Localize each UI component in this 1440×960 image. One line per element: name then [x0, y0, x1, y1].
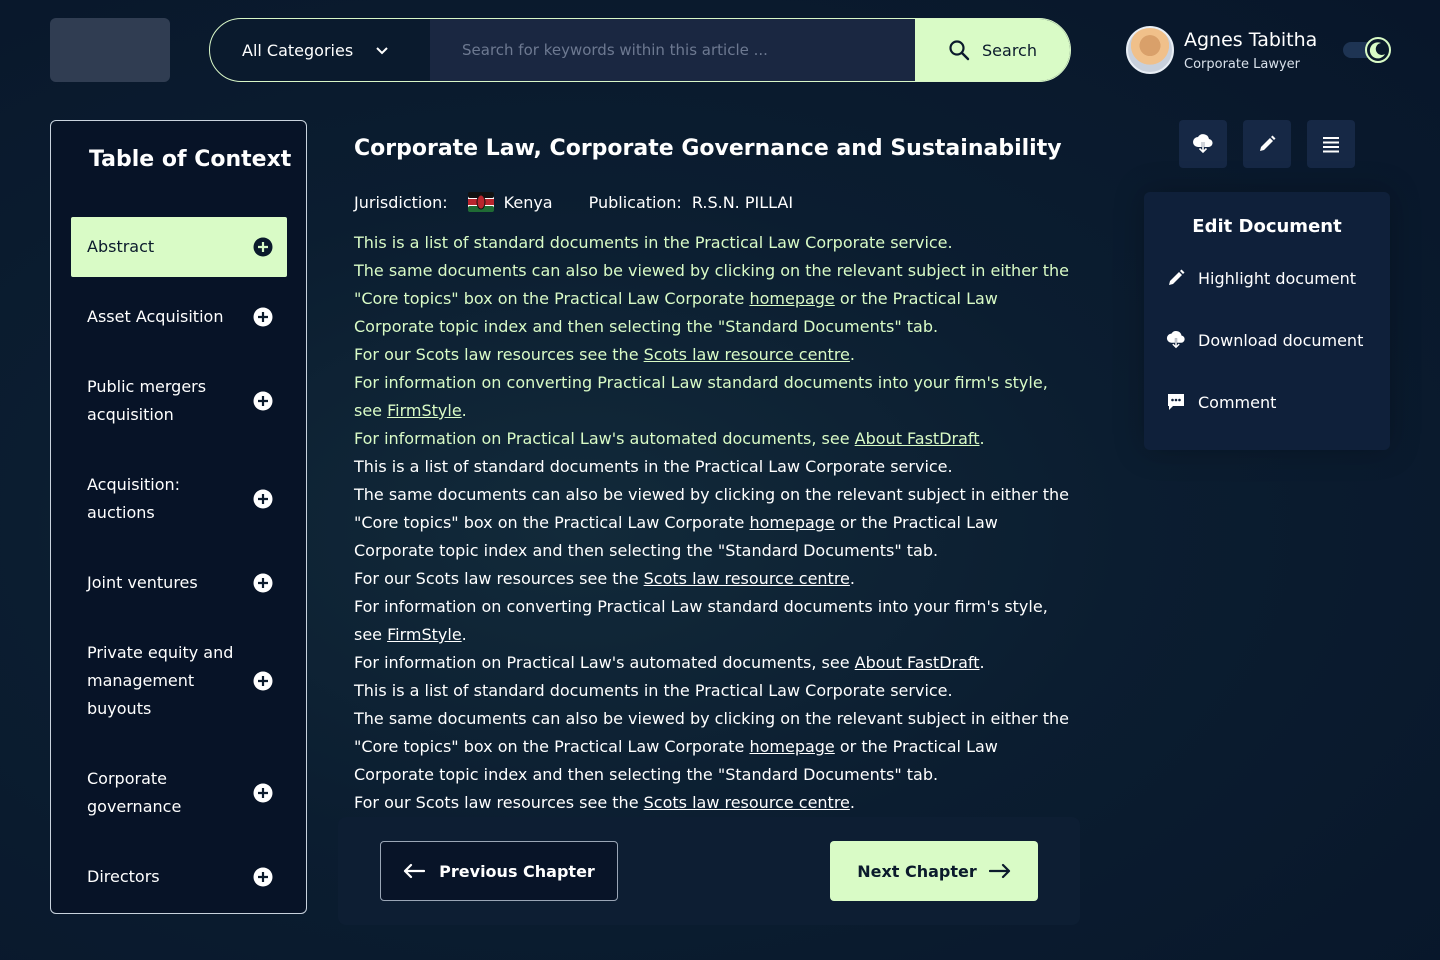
comment-item[interactable]: Comment [1166, 392, 1276, 412]
homepage-link[interactable]: homepage [749, 513, 834, 532]
table-of-contents: Table of Context Abstract Asset Acquisit… [50, 120, 307, 914]
toc-item-asset-acquisition[interactable]: Asset Acquisition [71, 303, 287, 331]
paragraph: The same documents can also be viewed by… [354, 709, 1069, 784]
avatar [1126, 26, 1174, 74]
paragraph: The same documents can also be viewed by… [354, 485, 1069, 560]
article-block: This is a list of standard documents in … [354, 229, 1074, 453]
scots-law-link[interactable]: Scots law resource centre [644, 345, 850, 364]
publication-value: R.S.N. PILLAI [691, 192, 794, 212]
scots-law-link[interactable]: Scots law resource centre [644, 793, 850, 812]
plus-circle-icon [253, 671, 273, 691]
toc-item-label: Directors [87, 867, 160, 886]
paragraph: This is a list of standard documents in … [354, 457, 953, 476]
toc-item-corporate-governance[interactable]: Corporate governance [71, 765, 287, 821]
toc-item-label: Public mergers acquisition [87, 377, 207, 424]
edit-document-panel: Edit Document Highlight document Downloa… [1144, 192, 1390, 450]
plus-circle-icon [253, 237, 273, 257]
arrow-left-icon [404, 863, 426, 879]
paragraph: This is a list of standard documents in … [354, 681, 953, 700]
download-document-item[interactable]: Download document [1166, 330, 1363, 350]
arrow-right-icon [988, 863, 1010, 879]
toc-item-abstract[interactable]: Abstract [71, 217, 287, 277]
previous-chapter-button[interactable]: Previous Chapter [380, 841, 618, 901]
comment-label: Comment [1198, 392, 1277, 412]
paragraph: For our Scots law resources see the Scot… [354, 569, 855, 588]
paragraph: For our Scots law resources see the Scot… [354, 345, 855, 364]
download-document-label: Download document [1198, 330, 1364, 350]
category-select-label: All Categories [242, 40, 354, 60]
download-cloud-icon [1166, 331, 1185, 349]
article-body: This is a list of standard documents in … [354, 229, 1074, 817]
toc-item-private-equity[interactable]: Private equity and management buyouts [71, 639, 287, 723]
article-block: This is a list of standard documents in … [354, 453, 1074, 677]
paragraph: This is a list of standard documents in … [354, 233, 953, 252]
toc-item-label: Joint ventures [87, 573, 198, 592]
paragraph: The same documents can also be viewed by… [354, 261, 1069, 336]
download-button[interactable] [1179, 120, 1227, 168]
pencil-icon [1169, 269, 1185, 285]
paragraph: For information on converting Practical … [354, 597, 1048, 644]
paragraph: For information on Practical Law's autom… [354, 429, 985, 448]
fastdraft-link[interactable]: About FastDraft [855, 429, 980, 448]
search-button[interactable]: Search [915, 19, 1070, 81]
outline-button[interactable] [1307, 120, 1355, 168]
pencil-icon [1260, 135, 1276, 151]
toc-item-label: Asset Acquisition [87, 307, 224, 326]
highlight-document-label: Highlight document [1198, 268, 1357, 288]
category-select[interactable]: All Categories [210, 19, 430, 81]
toc-item-auctions[interactable]: Acquisition: auctions [71, 471, 287, 527]
plus-circle-icon [253, 391, 273, 411]
search-button-label: Search [982, 40, 1037, 60]
firmstyle-link[interactable]: FirmStyle [387, 401, 462, 420]
search-input[interactable] [430, 19, 915, 81]
toc-item-label: Abstract [87, 237, 155, 256]
firmstyle-link[interactable]: FirmStyle [387, 625, 462, 644]
plus-circle-icon [253, 489, 273, 509]
jurisdiction-label: Jurisdiction: [354, 192, 448, 212]
paragraph: For information on Practical Law's autom… [354, 653, 985, 672]
article-meta: Jurisdiction: Kenya Publication: R.S.N. … [354, 192, 793, 212]
scots-law-link[interactable]: Scots law resource centre [644, 569, 850, 588]
user-name: Agnes Tabitha [1184, 28, 1318, 51]
edit-panel-title: Edit Document [1192, 216, 1342, 237]
user-role: Corporate Lawyer [1184, 56, 1300, 72]
plus-circle-icon [253, 573, 273, 593]
logo-placeholder[interactable] [50, 18, 170, 82]
toc-title: Table of Context [89, 147, 292, 172]
search-icon [949, 40, 970, 61]
chapter-navigation: Previous Chapter Next Chapter [338, 817, 1080, 925]
download-cloud-icon [1193, 134, 1213, 154]
paragraph: For our Scots law resources see the Scot… [354, 793, 855, 812]
homepage-link[interactable]: homepage [749, 737, 834, 756]
user-profile[interactable]: Agnes Tabitha Corporate Lawyer [1126, 26, 1317, 74]
toc-item-label: Corporate governance [87, 769, 182, 816]
edit-button[interactable] [1243, 120, 1291, 168]
toc-item-label: Private equity and management buyouts [87, 643, 234, 718]
dark-mode-toggle[interactable] [1343, 35, 1393, 65]
paragraph: For information on converting Practical … [354, 373, 1048, 420]
plus-circle-icon [253, 783, 273, 803]
article-block: This is a list of standard documents in … [354, 677, 1074, 817]
kenya-flag-icon [467, 192, 494, 212]
homepage-link[interactable]: homepage [749, 289, 834, 308]
comment-icon [1168, 394, 1184, 410]
plus-circle-icon [253, 867, 273, 887]
previous-chapter-label: Previous Chapter [439, 861, 595, 881]
publication-label: Publication: [588, 192, 682, 212]
search-bar: All Categories Search [209, 18, 1071, 82]
chevron-down-icon [376, 47, 388, 55]
highlight-document-item[interactable]: Highlight document [1166, 268, 1356, 288]
toc-item-public-mergers[interactable]: Public mergers acquisition [71, 373, 287, 429]
fastdraft-link[interactable]: About FastDraft [855, 653, 980, 672]
toc-item-joint-ventures[interactable]: Joint ventures [71, 569, 287, 597]
list-icon [1323, 137, 1339, 153]
app-root: All Categories Search Agnes Tabitha Corp… [0, 0, 1440, 960]
plus-circle-icon [253, 307, 273, 327]
jurisdiction-value: Kenya [503, 192, 553, 212]
article-title: Corporate Law, Corporate Governance and … [354, 136, 1062, 161]
next-chapter-button[interactable]: Next Chapter [830, 841, 1038, 901]
next-chapter-label: Next Chapter [857, 861, 977, 881]
toc-item-label: Acquisition: auctions [87, 475, 181, 522]
toc-item-directors[interactable]: Directors [71, 863, 287, 891]
